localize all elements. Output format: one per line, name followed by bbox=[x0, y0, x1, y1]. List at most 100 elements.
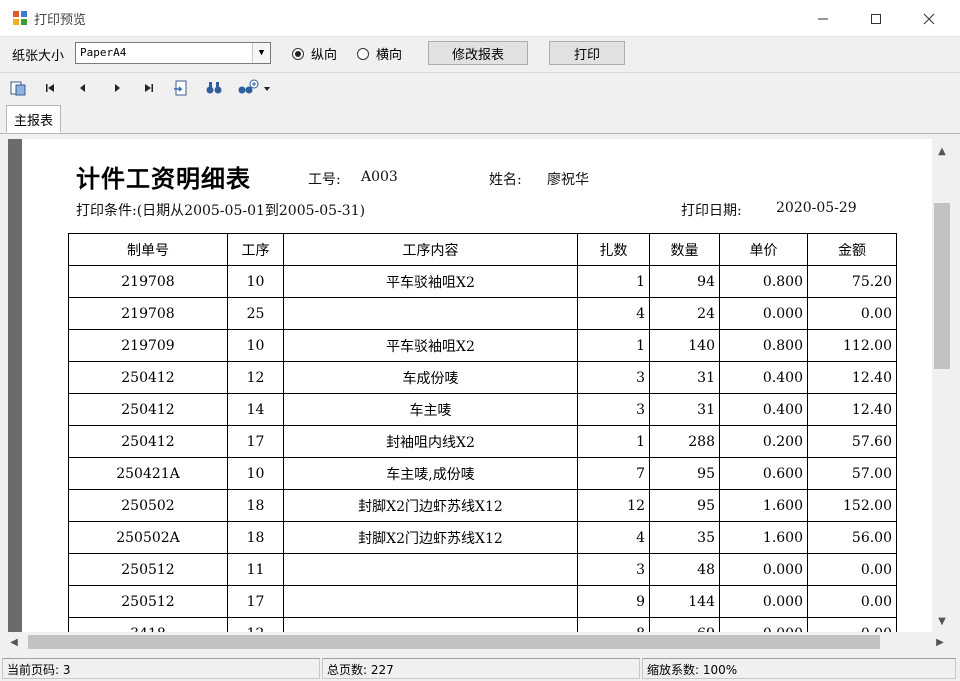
process-cell: 12 bbox=[227, 361, 284, 394]
process-content-cell: 平车驳袖咀X2 bbox=[283, 329, 578, 362]
prev-page-icon[interactable] bbox=[73, 78, 93, 98]
quantity-cell: 144 bbox=[649, 585, 720, 618]
vertical-scrollbar[interactable]: ▲ ▼ bbox=[932, 139, 952, 632]
minimize-button[interactable] bbox=[800, 0, 846, 37]
process-content-cell: 平车驳袖咀X2 bbox=[283, 265, 578, 298]
process-cell: 10 bbox=[227, 265, 284, 298]
table-header-row: 制单号 工序 工序内容 扎数 数量 单价 金额 bbox=[68, 233, 897, 266]
order-number-cell: 250512 bbox=[68, 585, 228, 618]
table-row: 250412 12 车成份唛 3 31 0.400 12.40 bbox=[68, 361, 897, 394]
status-current-page: 当前页码: 3 bbox=[2, 658, 320, 679]
paper-size-select[interactable]: PaperA4 ▼ bbox=[75, 42, 271, 64]
print-date: 2020-05-29 bbox=[776, 200, 857, 216]
print-condition: 打印条件:(日期从2005-05-01到2005-05-31) bbox=[76, 203, 366, 219]
order-number-cell: 250502A bbox=[68, 521, 228, 554]
process-cell: 18 bbox=[227, 521, 284, 554]
process-content-cell: 车成份唛 bbox=[283, 361, 578, 394]
radio-landscape-label: 横向 bbox=[376, 48, 403, 63]
chevron-down-icon[interactable]: ▼ bbox=[252, 43, 270, 63]
table-row: 219708 25 4 24 0.000 0.00 bbox=[68, 297, 897, 330]
report-title: 计件工资明细表 bbox=[76, 165, 251, 193]
radio-portrait[interactable]: 纵向 bbox=[292, 44, 337, 63]
goto-page-icon[interactable] bbox=[171, 78, 191, 98]
scroll-up-icon[interactable]: ▲ bbox=[932, 141, 952, 161]
column-header: 工序 bbox=[227, 233, 284, 266]
print-date-label: 打印日期: bbox=[681, 203, 742, 219]
bundle-count-cell: 7 bbox=[577, 457, 650, 490]
scroll-down-icon[interactable]: ▼ bbox=[932, 611, 952, 631]
find-icon[interactable] bbox=[204, 78, 224, 98]
paper-size-label: 纸张大小 bbox=[12, 49, 65, 64]
scroll-right-icon[interactable]: ▶ bbox=[930, 632, 950, 652]
process-content-cell: 车主唛,成份唛 bbox=[283, 457, 578, 490]
order-number-cell: 219709 bbox=[68, 329, 228, 362]
modify-report-button[interactable]: 修改报表 bbox=[428, 41, 528, 65]
process-cell: 17 bbox=[227, 585, 284, 618]
horizontal-scrollbar[interactable]: ◀ ▶ bbox=[0, 632, 952, 652]
tab-main-report[interactable]: 主报表 bbox=[6, 105, 61, 133]
quantity-cell: 95 bbox=[649, 457, 720, 490]
last-page-icon[interactable] bbox=[139, 78, 159, 98]
process-cell: 14 bbox=[227, 393, 284, 426]
amount-cell: 75.20 bbox=[807, 265, 897, 298]
amount-cell: 12.40 bbox=[807, 361, 897, 394]
order-number-cell: 250412 bbox=[68, 361, 228, 394]
bundle-count-cell: 1 bbox=[577, 265, 650, 298]
process-content-cell: 封袖咀内线X2 bbox=[283, 425, 578, 458]
status-bar: 当前页码: 3 总页数: 227 缩放系数: 100% bbox=[0, 656, 960, 681]
print-button[interactable]: 打印 bbox=[549, 41, 625, 65]
amount-cell: 12.40 bbox=[807, 393, 897, 426]
table-row: 341812 8690.0000.00 bbox=[68, 617, 897, 632]
order-number-cell: 250412 bbox=[68, 393, 228, 426]
close-icon bbox=[923, 13, 935, 24]
amount-cell: 0.00 bbox=[807, 553, 897, 586]
export-icon[interactable] bbox=[8, 78, 28, 98]
report-viewport: 计件工资明细表 工号: A003 姓名: 廖祝华 打印条件:(日期从2005-0… bbox=[8, 139, 932, 632]
bundle-count-cell: 3 bbox=[577, 553, 650, 586]
table-row: 250512 17 9 144 0.000 0.00 bbox=[68, 585, 897, 618]
radio-unselected-icon bbox=[357, 47, 369, 60]
column-header: 制单号 bbox=[68, 233, 228, 266]
unit-price-cell: 0.000 bbox=[719, 553, 808, 586]
unit-price-cell: 0.800 bbox=[719, 265, 808, 298]
table-row: 219708 10 平车驳袖咀X2 1 94 0.800 75.20 bbox=[68, 265, 897, 298]
radio-landscape[interactable]: 横向 bbox=[357, 44, 402, 63]
first-page-icon[interactable] bbox=[40, 78, 60, 98]
status-zoom: 缩放系数: 100% bbox=[642, 658, 956, 679]
table-row: 250412 17 封袖咀内线X2 1 288 0.200 57.60 bbox=[68, 425, 897, 458]
quantity-cell: 24 bbox=[649, 297, 720, 330]
close-button[interactable] bbox=[906, 0, 952, 37]
unit-price-cell: 0.000 bbox=[719, 297, 808, 330]
order-number-cell: 219708 bbox=[68, 265, 228, 298]
title-bar: 打印预览 bbox=[0, 0, 960, 37]
zoom-icon[interactable] bbox=[236, 78, 272, 98]
quantity-cell: 69 bbox=[649, 617, 720, 632]
process-content-cell bbox=[283, 297, 578, 330]
unit-price-cell: 1.600 bbox=[719, 489, 808, 522]
unit-price-cell: 0.600 bbox=[719, 457, 808, 490]
employee-name-label: 姓名: bbox=[489, 172, 522, 188]
tab-strip bbox=[0, 102, 960, 134]
quantity-cell: 31 bbox=[649, 393, 720, 426]
unit-price-cell: 1.600 bbox=[719, 521, 808, 554]
maximize-icon bbox=[871, 13, 881, 24]
next-page-icon[interactable] bbox=[107, 78, 127, 98]
scroll-left-icon[interactable]: ◀ bbox=[4, 632, 24, 652]
process-cell: 12 bbox=[227, 617, 284, 632]
bundle-count-cell: 12 bbox=[577, 489, 650, 522]
unit-price-cell: 0.400 bbox=[719, 361, 808, 394]
table-row: 250502 18 封脚X2门边虾苏线X12 12 95 1.600 152.00 bbox=[68, 489, 897, 522]
bundle-count-cell: 9 bbox=[577, 585, 650, 618]
horizontal-scroll-thumb[interactable] bbox=[28, 635, 880, 649]
process-content-cell: 车主唛 bbox=[283, 393, 578, 426]
vertical-scroll-thumb[interactable] bbox=[934, 203, 950, 369]
quantity-cell: 288 bbox=[649, 425, 720, 458]
amount-cell: 0.00 bbox=[807, 297, 897, 330]
amount-cell: 57.60 bbox=[807, 425, 897, 458]
bundle-count-cell: 4 bbox=[577, 297, 650, 330]
quantity-cell: 140 bbox=[649, 329, 720, 362]
minimize-icon bbox=[818, 18, 828, 19]
column-header: 单价 bbox=[719, 233, 808, 266]
maximize-button[interactable] bbox=[853, 0, 899, 37]
quantity-cell: 35 bbox=[649, 521, 720, 554]
